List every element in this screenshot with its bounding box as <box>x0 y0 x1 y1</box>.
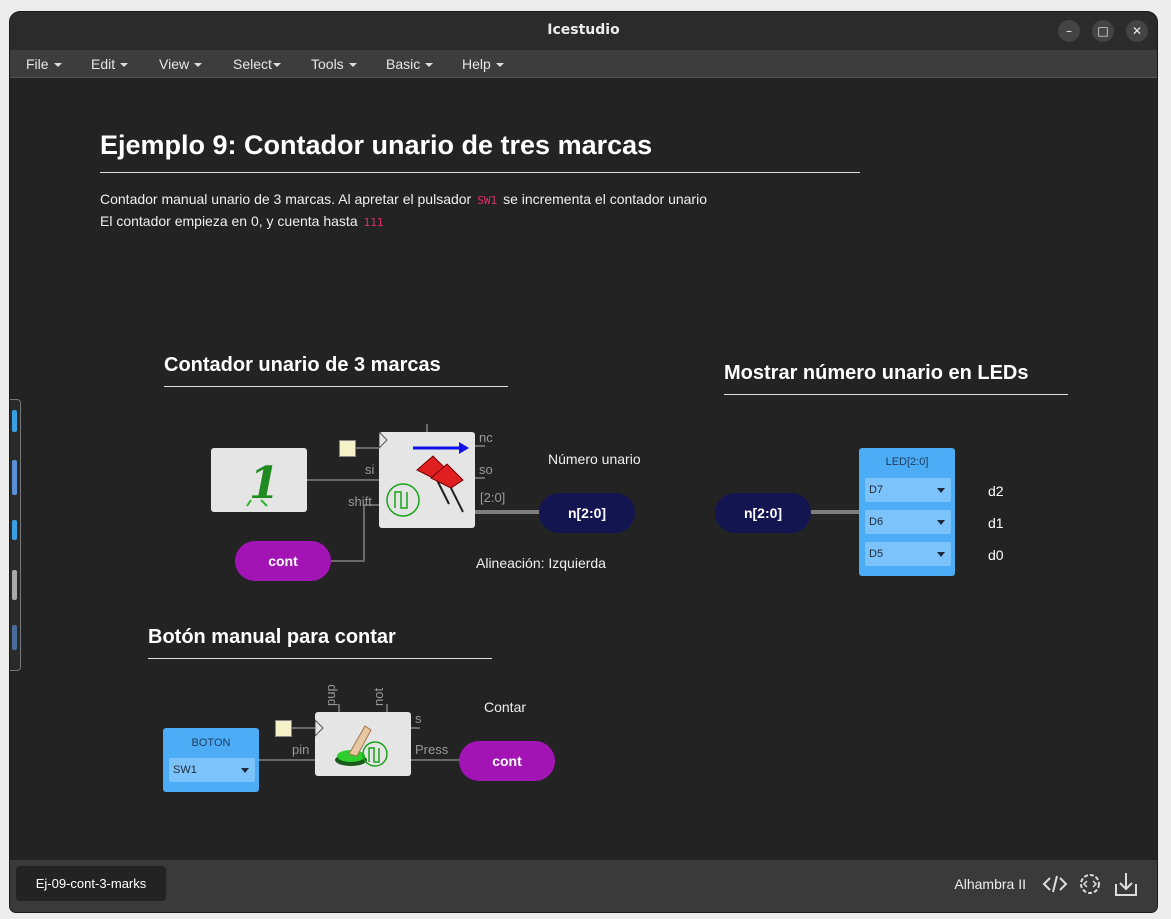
download-icon[interactable] <box>1112 870 1140 898</box>
button-input-block[interactable]: BOTON SW1 <box>163 728 259 792</box>
pin-select-d6[interactable]: D6 <box>865 510 951 534</box>
chevron-down-icon <box>937 552 945 557</box>
settings-icon[interactable] <box>1076 870 1104 898</box>
code-icon[interactable] <box>1041 870 1069 898</box>
port-bus-label: [2:0] <box>480 490 506 505</box>
board-name[interactable]: Alhambra II <box>954 876 1026 892</box>
shift-register-block[interactable] <box>378 430 475 528</box>
status-bar: Ej-09-cont-3-marks Alhambra II <box>10 860 1157 912</box>
svg-text:1: 1 <box>249 458 280 509</box>
pin-select-d7[interactable]: D7 <box>865 478 951 502</box>
pushbutton-icon <box>314 718 388 767</box>
port-shift-label: shift <box>348 494 372 509</box>
clock-tick-icon[interactable] <box>275 720 292 737</box>
port-si-label: si <box>365 462 375 477</box>
port-not-label: not <box>371 687 386 706</box>
port-so-label: so <box>479 462 493 477</box>
port-s-label: s <box>415 711 422 726</box>
button-debounce-block[interactable] <box>314 712 411 776</box>
led-label-d0: d0 <box>988 547 1004 563</box>
chevron-down-icon <box>937 520 945 525</box>
pin-select-sw1[interactable]: SW1 <box>169 758 255 782</box>
file-tab[interactable]: Ej-09-cont-3-marks <box>16 866 166 901</box>
clock-tick-icon[interactable] <box>339 440 356 457</box>
cont-input-pill[interactable]: cont <box>235 541 331 581</box>
pin-select-d5[interactable]: D5 <box>865 542 951 566</box>
led-label-d1: d1 <box>988 515 1004 531</box>
note-alignment: Alineación: Izquierda <box>476 555 606 571</box>
pushpin-shift-icon <box>378 430 469 517</box>
output-n-pill[interactable]: n[2:0] <box>539 493 635 533</box>
note-count: Contar <box>484 699 527 715</box>
port-pin-label: pin <box>292 742 310 757</box>
button-block-title: BOTON <box>191 737 231 749</box>
constant-one-block[interactable]: 1 <box>211 448 307 512</box>
number-one-icon: 1 <box>246 458 280 509</box>
input-n-pill[interactable]: n[2:0] <box>715 493 811 533</box>
port-press-label: Press <box>415 742 449 757</box>
note-unary-number: Número unario <box>548 451 641 467</box>
port-nc-label: nc <box>479 430 493 445</box>
cont-output-pill[interactable]: cont <box>459 741 555 781</box>
chevron-down-icon <box>937 488 945 493</box>
chevron-down-icon <box>241 768 249 773</box>
led-block-title: LED[2:0] <box>885 456 929 468</box>
led-label-d2: d2 <box>988 483 1004 499</box>
led-output-block[interactable]: LED[2:0] D7 D6 D5 <box>859 448 955 576</box>
port-pup-label: pup <box>323 684 338 706</box>
